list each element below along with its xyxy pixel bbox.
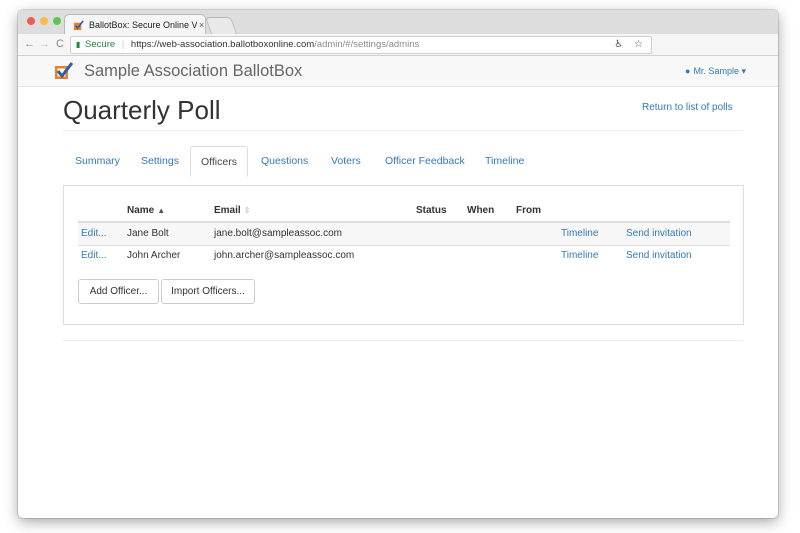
tab-timeline[interactable]: Timeline xyxy=(485,146,524,175)
url-input[interactable]: ▮ Secure | https://web-association.ballo… xyxy=(70,36,652,54)
send-invitation-link[interactable]: Send invitation xyxy=(626,250,692,261)
caret-down-icon: ▾ xyxy=(741,66,746,76)
column-header-status: Status xyxy=(416,205,447,216)
title-divider xyxy=(63,130,743,131)
minimize-window-button[interactable] xyxy=(40,17,48,25)
tab-settings[interactable]: Settings xyxy=(141,146,179,175)
app-title[interactable]: Sample Association BallotBox xyxy=(84,62,302,81)
lock-icon: ▮ xyxy=(76,40,81,49)
name-header-label: Name xyxy=(127,205,155,216)
maximize-window-button[interactable] xyxy=(53,17,61,25)
sort-icon: ⇕ xyxy=(243,206,251,215)
app-header: Sample Association BallotBox ● Mr. Sample… xyxy=(18,56,778,87)
footer-divider xyxy=(63,340,743,341)
tab-questions[interactable]: Questions xyxy=(261,146,308,175)
key-icon[interactable]: ♿ xyxy=(614,39,623,50)
timeline-link[interactable]: Timeline xyxy=(561,228,598,239)
close-window-button[interactable] xyxy=(27,17,35,25)
officer-email: jane.bolt@sampleassoc.com xyxy=(214,228,342,239)
return-to-polls-link[interactable]: Return to list of polls xyxy=(642,102,733,113)
send-invitation-link[interactable]: Send invitation xyxy=(626,228,692,239)
column-header-email[interactable]: Email ⇕ xyxy=(214,205,250,216)
officers-panel: Name ▲ Email ⇕ Status When From Edit... Ja… xyxy=(63,185,744,325)
timeline-link[interactable]: Timeline xyxy=(561,250,598,261)
tab-voters[interactable]: Voters xyxy=(331,146,361,175)
column-header-when: When xyxy=(467,205,495,216)
column-header-name[interactable]: Name ▲ xyxy=(127,205,165,216)
email-header-label: Email xyxy=(214,205,241,216)
back-arrow-icon[interactable]: ← xyxy=(24,38,35,50)
new-tab-button[interactable] xyxy=(204,17,238,34)
url-host: https://web-association.ballotboxonline.… xyxy=(130,39,315,50)
address-bar: ← → C ▮ Secure | https://web-association… xyxy=(18,34,778,56)
import-officers-button[interactable]: Import Officers... xyxy=(161,279,255,304)
column-header-from: From xyxy=(516,205,541,216)
browser-tab[interactable]: BallotBox: Secure Online Votin × xyxy=(64,14,206,35)
officer-name: John Archer xyxy=(127,250,181,261)
url-separator: | xyxy=(121,39,125,50)
forward-arrow-icon[interactable]: → xyxy=(39,38,50,50)
secure-label: Secure xyxy=(85,39,116,50)
user-menu[interactable]: ● Mr. Sample ▾ xyxy=(685,66,746,77)
user-icon: ● xyxy=(685,66,691,76)
ballotbox-favicon-icon xyxy=(73,19,84,30)
edit-link[interactable]: Edit... xyxy=(81,250,107,261)
browser-titlebar: BallotBox: Secure Online Votin × xyxy=(18,10,778,35)
officer-email: john.archer@sampleassoc.com xyxy=(214,250,355,261)
edit-link[interactable]: Edit... xyxy=(81,228,107,239)
user-name: Mr. Sample xyxy=(693,66,739,76)
tab-officer-feedback[interactable]: Officer Feedback xyxy=(385,146,465,175)
omnibox-icons: ♿ ☆ xyxy=(606,37,643,53)
tab-summary[interactable]: Summary xyxy=(75,146,120,175)
add-officer-button[interactable]: Add Officer... xyxy=(78,279,159,304)
officer-name: Jane Bolt xyxy=(127,228,169,239)
ballotbox-logo-icon[interactable] xyxy=(54,61,74,81)
url-path: /admin/#/settings/admins xyxy=(314,39,420,50)
reload-icon[interactable]: C xyxy=(56,38,64,50)
page-title: Quarterly Poll xyxy=(63,95,221,125)
tab-officers[interactable]: Officers xyxy=(190,146,248,177)
sort-ascending-icon: ▲ xyxy=(157,206,166,215)
tab-title: BallotBox: Secure Online Votin xyxy=(89,20,197,30)
table-row: Edit... John Archer john.archer@sampleas… xyxy=(78,245,730,267)
table-row: Edit... Jane Bolt jane.bolt@sampleassoc.… xyxy=(78,223,730,245)
star-icon[interactable]: ☆ xyxy=(634,39,643,50)
poll-tabs: Summary Settings Officers Questions Vote… xyxy=(63,146,743,177)
tab-close-icon[interactable]: × xyxy=(199,20,204,30)
